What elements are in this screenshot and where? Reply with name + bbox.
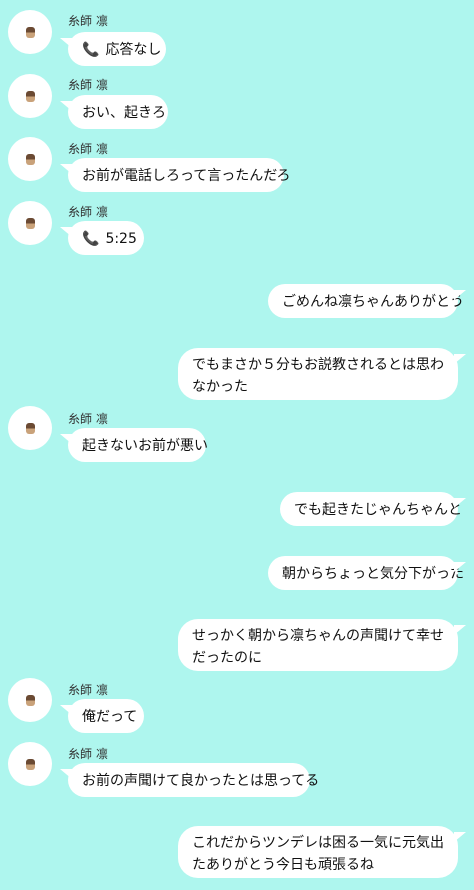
sender-name: 糸師 凛 <box>68 78 108 92</box>
avatar[interactable] <box>8 201 52 245</box>
message-text: でもまさか５分もお説教されるとは思わなかった <box>192 357 444 395</box>
message-bubble-outgoing[interactable]: 朝からちょっと気分下がった <box>268 556 466 590</box>
message-text: 起きないお前が悪い <box>82 438 208 454</box>
phone-icon: 📞 <box>82 42 100 58</box>
avatar[interactable] <box>8 678 52 722</box>
message-text: 5:25 <box>105 231 137 247</box>
sender-name: 糸師 凛 <box>68 412 108 426</box>
avatar-image <box>25 217 35 229</box>
message-bubble-incoming[interactable]: お前が電話しろって言ったんだろ <box>60 158 290 192</box>
message-text: これだからツンデレは困る一気に元気出たありがとう今日も頑張るね <box>192 835 444 873</box>
message-text: お前の声聞けて良かったとは思ってる <box>82 773 320 789</box>
message-text: でも起きたじゃんちゃんと <box>294 502 462 518</box>
message-text: ごめんね凛ちゃんありがとう <box>282 294 464 310</box>
message-text: おい、起きろ <box>82 105 166 121</box>
avatar-image <box>25 758 35 770</box>
message-bubble-outgoing[interactable]: ごめんね凛ちゃんありがとう <box>268 284 466 318</box>
message-bubble-incoming[interactable]: 俺だって <box>60 699 144 733</box>
message-bubble-incoming[interactable]: お前の声聞けて良かったとは思ってる <box>60 763 319 797</box>
message-text: せっかく朝から凛ちゃんの声聞けて幸せだったのに <box>192 628 444 666</box>
message-bubble-outgoing[interactable]: でもまさか５分もお説教されるとは思わなかった <box>178 348 466 400</box>
sender-name: 糸師 凛 <box>68 683 108 697</box>
avatar-image <box>25 694 35 706</box>
avatar[interactable] <box>8 74 52 118</box>
avatar[interactable] <box>8 137 52 181</box>
avatar-image <box>25 153 35 165</box>
sender-name: 糸師 凛 <box>68 205 108 219</box>
message-bubble-incoming[interactable]: 📞 5:25 <box>60 221 144 255</box>
avatar-image <box>25 26 35 38</box>
message-bubble-outgoing[interactable]: せっかく朝から凛ちゃんの声聞けて幸せだったのに <box>178 619 466 671</box>
sender-name: 糸師 凛 <box>68 14 108 28</box>
sender-name: 糸師 凛 <box>68 142 108 156</box>
message-bubble-outgoing[interactable]: これだからツンデレは困る一気に元気出たありがとう今日も頑張るね <box>178 826 466 878</box>
message-text: 俺だって <box>82 709 138 725</box>
avatar-image <box>25 90 35 102</box>
avatar[interactable] <box>8 10 52 54</box>
message-text: お前が電話しろって言ったんだろ <box>82 168 291 184</box>
message-text: 応答なし <box>105 42 162 58</box>
message-text: 朝からちょっと気分下がった <box>282 566 464 582</box>
message-bubble-incoming[interactable]: 📞 応答なし <box>60 32 166 66</box>
message-bubble-incoming[interactable]: おい、起きろ <box>60 95 168 129</box>
message-bubble-incoming[interactable]: 起きないお前が悪い <box>60 428 208 462</box>
phone-icon: 📞 <box>82 231 100 247</box>
avatar-image <box>25 422 35 434</box>
avatar[interactable] <box>8 742 52 786</box>
avatar[interactable] <box>8 406 52 450</box>
message-bubble-outgoing[interactable]: でも起きたじゃんちゃんと <box>280 492 466 526</box>
sender-name: 糸師 凛 <box>68 747 108 761</box>
